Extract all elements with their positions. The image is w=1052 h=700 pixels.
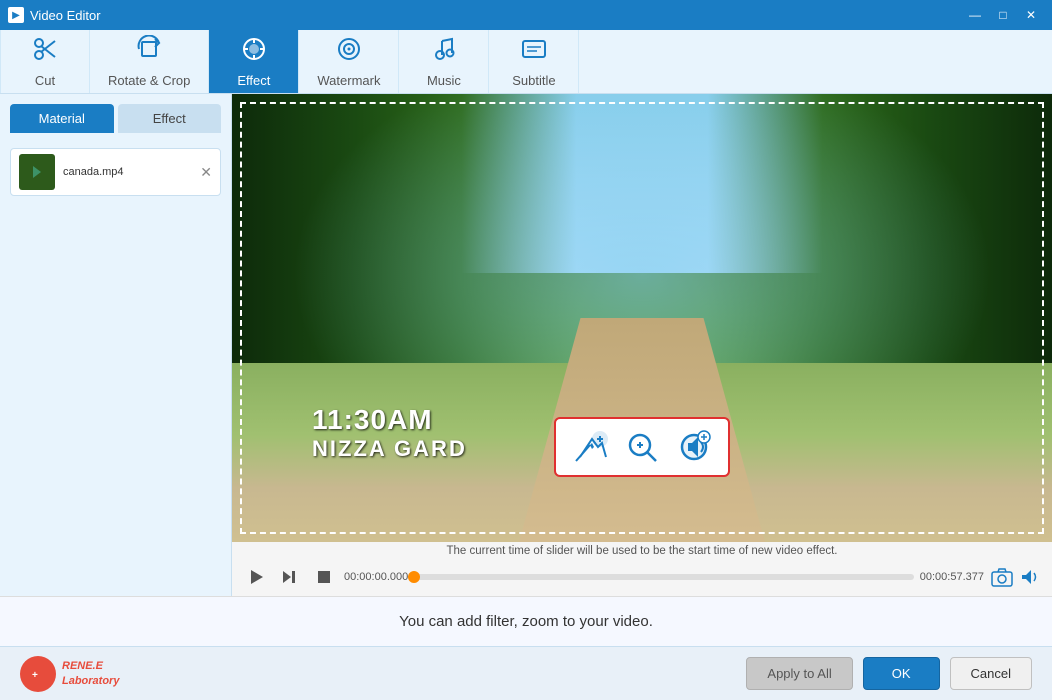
- effect-tab-label: Effect: [237, 73, 270, 88]
- file-thumbnail: [19, 154, 55, 190]
- video-background: 11:30AM NIZZA GARD ⌄: [232, 94, 1052, 542]
- volume-button[interactable]: [1018, 565, 1042, 589]
- rotate-icon: [135, 35, 163, 69]
- maximize-button[interactable]: □: [990, 5, 1016, 25]
- bottom-bar: + RENE.E Laboratory Apply to All OK Canc…: [0, 646, 1052, 700]
- tab-subtitle[interactable]: Subtitle: [489, 30, 579, 93]
- next-frame-button[interactable]: [276, 563, 304, 591]
- hint-text: The current time of slider will be used …: [447, 545, 838, 557]
- add-filter-button[interactable]: [566, 425, 614, 469]
- bottom-buttons: Apply to All OK Cancel: [746, 657, 1032, 690]
- watermark-icon: [335, 35, 363, 69]
- tab-cut[interactable]: Cut: [0, 30, 90, 93]
- tab-music[interactable]: Music: [399, 30, 489, 93]
- timestamp-overlay: 11:30AM NIZZA GARD: [312, 404, 467, 462]
- subtitle-tab-label: Subtitle: [512, 73, 555, 88]
- cut-icon: [31, 35, 59, 69]
- window-controls: — □ ✕: [962, 5, 1044, 25]
- app-title: Video Editor: [30, 8, 101, 23]
- sidebar-tab-material[interactable]: Material: [10, 104, 114, 133]
- sound-button[interactable]: [670, 425, 718, 469]
- sidebar-tabs: Material Effect: [0, 94, 231, 133]
- file-name: canada.mp4: [63, 166, 124, 178]
- music-icon: [430, 35, 458, 69]
- time-end: 00:00:57.377: [920, 571, 984, 583]
- time-text: 11:30AM: [312, 404, 467, 436]
- logo-area: + RENE.E Laboratory: [20, 656, 119, 692]
- video-controls: The current time of slider will be used …: [232, 542, 1052, 596]
- video-preview: 11:30AM NIZZA GARD ⌄: [232, 94, 1052, 542]
- tab-rotate-crop[interactable]: Rotate & Crop: [90, 30, 209, 93]
- apply-all-button[interactable]: Apply to All: [746, 657, 852, 690]
- app-icon: ▶: [8, 7, 24, 23]
- minimize-button[interactable]: —: [962, 5, 988, 25]
- camera-button[interactable]: [990, 565, 1014, 589]
- sidebar: Material Effect canada.mp4 ✕: [0, 94, 232, 596]
- tab-effect[interactable]: Effect: [209, 30, 299, 93]
- tab-watermark[interactable]: Watermark: [299, 30, 399, 93]
- play-button[interactable]: [242, 563, 270, 591]
- video-area: 11:30AM NIZZA GARD ⌄: [232, 94, 1052, 596]
- watermark-tab-label: Watermark: [317, 73, 380, 88]
- time-start: 00:00:00.000: [344, 571, 408, 583]
- subtitle-icon: [520, 35, 548, 69]
- logo-icon: +: [20, 656, 56, 692]
- stop-button[interactable]: [310, 563, 338, 591]
- logo-text: RENE.E Laboratory: [62, 659, 119, 688]
- zoom-button[interactable]: [618, 425, 666, 469]
- progress-thumb[interactable]: [408, 571, 420, 583]
- effect-icon: [240, 35, 268, 69]
- sidebar-content: canada.mp4 ✕: [0, 133, 231, 596]
- rotate-crop-tab-label: Rotate & Crop: [108, 73, 190, 88]
- camera-controls: [990, 565, 1042, 589]
- title-bar: ▶ Video Editor — □ ✕: [0, 0, 1052, 30]
- ok-button[interactable]: OK: [863, 657, 940, 690]
- cancel-button[interactable]: Cancel: [950, 657, 1032, 690]
- info-bar: You can add filter, zoom to your video.: [0, 596, 1052, 646]
- progress-bar[interactable]: [414, 574, 914, 580]
- file-item[interactable]: canada.mp4 ✕: [10, 148, 221, 196]
- music-tab-label: Music: [427, 73, 461, 88]
- effect-buttons-panel: [554, 417, 730, 477]
- info-text: You can add filter, zoom to your video.: [399, 613, 653, 630]
- file-close-icon[interactable]: ✕: [200, 164, 212, 181]
- hint-row: The current time of slider will be used …: [232, 542, 1052, 560]
- location-text: NIZZA GARD: [312, 436, 467, 462]
- svg-text:+: +: [32, 670, 38, 681]
- close-button[interactable]: ✕: [1018, 5, 1044, 25]
- main-area: Material Effect canada.mp4 ✕: [0, 94, 1052, 596]
- cut-tab-label: Cut: [35, 73, 55, 88]
- controls-row: 00:00:00.000 00:00:57.377: [232, 560, 1052, 596]
- sidebar-tab-effect[interactable]: Effect: [118, 104, 222, 133]
- tab-bar: Cut Rotate & Crop Effect: [0, 30, 1052, 94]
